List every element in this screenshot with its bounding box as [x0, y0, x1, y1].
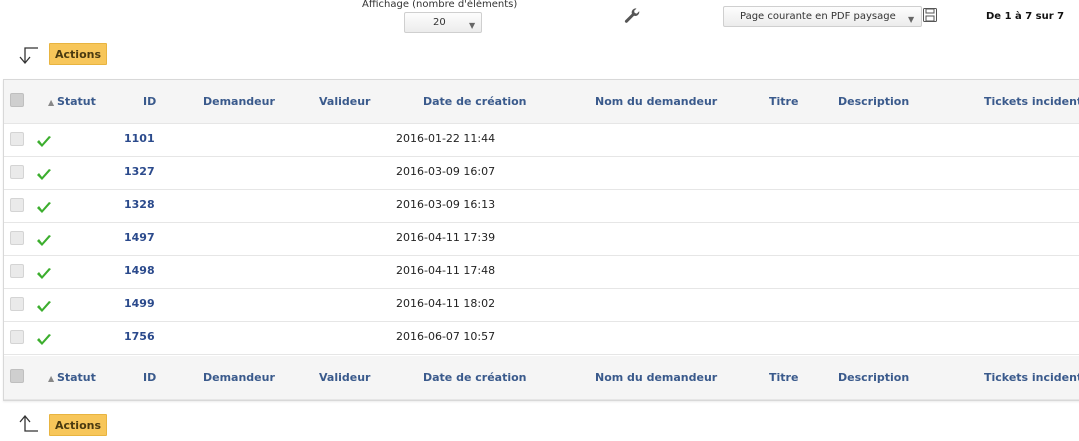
sort-asc-icon: ▲ — [48, 374, 57, 383]
check-icon — [37, 169, 51, 180]
pagination-summary: De 1 à 7 sur 7 — [986, 11, 1065, 22]
check-icon — [37, 334, 51, 345]
column-status[interactable]: ▲ Statut — [48, 95, 96, 108]
column-requester[interactable]: Demandeur — [203, 371, 275, 384]
table-footer-row: ▲ Statut ID Demandeur Valideur Date de c… — [4, 356, 1079, 400]
created-date: 2016-04-11 18:02 — [396, 297, 496, 310]
created-date: 2016-04-11 17:39 — [396, 231, 496, 244]
select-all-checkbox[interactable] — [10, 369, 24, 383]
column-validator[interactable]: Valideur — [319, 95, 370, 108]
created-date: 2016-01-22 11:44 — [396, 132, 496, 145]
chevron-down-icon: ▼ — [469, 21, 476, 30]
row-checkbox[interactable] — [10, 165, 24, 179]
column-requester[interactable]: Demandeur — [203, 95, 275, 108]
column-status[interactable]: ▲ Statut — [48, 371, 96, 384]
ticket-id-link[interactable]: 1497 — [124, 231, 155, 244]
column-id[interactable]: ID — [143, 371, 156, 384]
arrow-up-left-icon — [19, 414, 38, 432]
table-row[interactable]: 1327 2016-03-09 16:07 — [4, 157, 1079, 190]
row-checkbox[interactable] — [10, 132, 24, 146]
column-created[interactable]: Date de création — [423, 371, 527, 384]
check-icon — [37, 268, 51, 279]
display-count-label: Affichage (nombre d'éléments) — [362, 0, 518, 10]
column-title[interactable]: Titre — [769, 95, 798, 108]
ticket-id-link[interactable]: 1328 — [124, 198, 155, 211]
table-row[interactable]: 1756 2016-06-07 10:57 — [4, 322, 1079, 355]
table-row[interactable]: 1497 2016-04-11 17:39 — [4, 223, 1079, 256]
table-header-row: ▲ Statut ID Demandeur Valideur Date de c… — [4, 80, 1079, 124]
export-format-value: Page courante en PDF paysage — [740, 11, 896, 22]
export-format-select[interactable]: Page courante en PDF paysage ▼ — [723, 6, 922, 27]
created-date: 2016-03-09 16:13 — [396, 198, 496, 211]
check-icon — [37, 202, 51, 213]
ticket-id-link[interactable]: 1756 — [124, 330, 155, 343]
ticket-id-link[interactable]: 1498 — [124, 264, 155, 277]
check-icon — [37, 235, 51, 246]
row-checkbox[interactable] — [10, 198, 24, 212]
column-id[interactable]: ID — [143, 95, 156, 108]
column-requester-name[interactable]: Nom du demandeur — [595, 95, 717, 108]
select-all-checkbox[interactable] — [10, 93, 24, 107]
wrench-icon[interactable] — [622, 6, 642, 26]
ticket-id-link[interactable]: 1101 — [124, 132, 155, 145]
table-row[interactable]: 1328 2016-03-09 16:13 — [4, 190, 1079, 223]
actions-button-top[interactable]: Actions — [49, 43, 107, 65]
ticket-id-link[interactable]: 1327 — [124, 165, 155, 178]
sort-asc-icon: ▲ — [48, 98, 57, 107]
created-date: 2016-06-07 10:57 — [396, 330, 496, 343]
column-tickets[interactable]: Tickets incident — [984, 95, 1079, 108]
column-description[interactable]: Description — [838, 95, 909, 108]
column-validator[interactable]: Valideur — [319, 371, 370, 384]
row-checkbox[interactable] — [10, 330, 24, 344]
row-checkbox[interactable] — [10, 264, 24, 278]
column-description[interactable]: Description — [838, 371, 909, 384]
column-tickets[interactable]: Tickets incident — [984, 371, 1079, 384]
column-requester-name[interactable]: Nom du demandeur — [595, 371, 717, 384]
table-row[interactable]: 1101 2016-01-22 11:44 — [4, 124, 1079, 157]
table-row[interactable]: 1499 2016-04-11 18:02 — [4, 289, 1079, 322]
column-created[interactable]: Date de création — [423, 95, 527, 108]
created-date: 2016-03-09 16:07 — [396, 165, 496, 178]
table-row[interactable]: 1498 2016-04-11 17:48 — [4, 256, 1079, 289]
column-title[interactable]: Titre — [769, 371, 798, 384]
arrow-down-left-icon — [19, 47, 38, 65]
row-checkbox[interactable] — [10, 231, 24, 245]
check-icon — [37, 301, 51, 312]
actions-button-bottom[interactable]: Actions — [49, 414, 107, 436]
display-count-value: 20 — [433, 17, 446, 28]
row-checkbox[interactable] — [10, 297, 24, 311]
check-icon — [37, 136, 51, 147]
display-count-select[interactable]: 20 ▼ — [404, 12, 482, 33]
save-icon[interactable] — [922, 7, 938, 23]
chevron-down-icon: ▼ — [908, 15, 915, 24]
ticket-id-link[interactable]: 1499 — [124, 297, 155, 310]
created-date: 2016-04-11 17:48 — [396, 264, 496, 277]
